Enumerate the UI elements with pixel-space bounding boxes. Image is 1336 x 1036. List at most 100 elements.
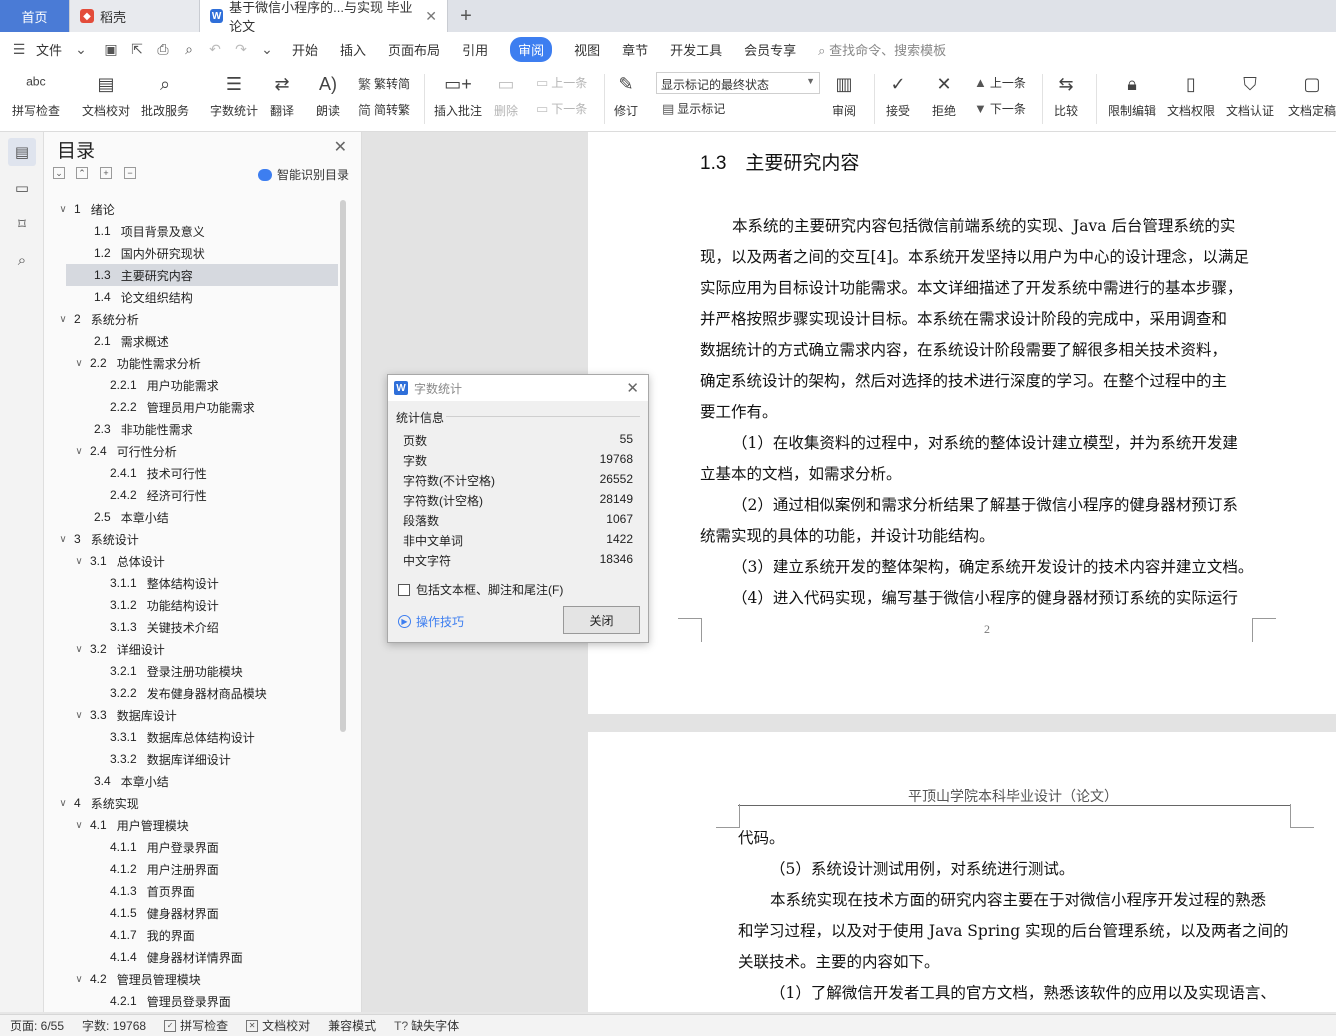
- toc-item[interactable]: ∨ 2.2 功能性需求分析: [48, 352, 338, 374]
- status-missing-fonts[interactable]: T? 缺失字体: [394, 1017, 459, 1034]
- print-preview-icon[interactable]: ⌕: [180, 40, 198, 58]
- show-markup-button[interactable]: ▤ 显示标记: [662, 100, 725, 117]
- accept-button[interactable]: ✓ 接受: [884, 70, 912, 119]
- insert-comment-button[interactable]: ▭+ 插入批注: [434, 70, 482, 119]
- print-icon[interactable]: ⎙: [154, 40, 172, 58]
- close-icon[interactable]: ✕: [334, 137, 347, 157]
- toc-item[interactable]: 4.1.5 健身器材界面: [48, 902, 338, 924]
- chevron-down-icon[interactable]: ∨: [72, 710, 86, 721]
- delete-comment-button[interactable]: ▭ 删除: [492, 70, 520, 119]
- chevron-down-icon[interactable]: ⌄: [72, 40, 90, 58]
- spell-check-button[interactable]: ᵃᵇᶜ 拼写检查: [12, 70, 60, 119]
- toc-item[interactable]: 2.2.2 管理员用户功能需求: [48, 396, 338, 418]
- chevron-down-icon[interactable]: ∨: [56, 314, 70, 325]
- toc-item[interactable]: ∨ 2 系统分析: [48, 308, 338, 330]
- redo-icon[interactable]: ↷: [232, 40, 250, 58]
- close-tab-icon[interactable]: ✕: [425, 8, 437, 25]
- read-aloud-button[interactable]: A) 朗读: [314, 70, 342, 119]
- toc-item[interactable]: ∨ 4.1 用户管理模块: [48, 814, 338, 836]
- collapse-all-icon[interactable]: ⌄: [53, 167, 65, 179]
- batch-service-button[interactable]: ⌕ 批改服务: [141, 70, 189, 119]
- chevron-down-icon[interactable]: ∨: [72, 556, 86, 567]
- menu-file[interactable]: 文件: [36, 40, 62, 59]
- export-icon[interactable]: ⇱: [128, 40, 146, 58]
- command-search[interactable]: ⌕ 查找命令、搜索模板: [818, 40, 946, 59]
- toc-item[interactable]: 2.2.1 用户功能需求: [48, 374, 338, 396]
- toc-item[interactable]: 3.2.2 发布健身器材商品模块: [48, 682, 338, 704]
- expand-all-icon[interactable]: ⌃: [76, 167, 88, 179]
- toc-item[interactable]: 2.4.2 经济可行性: [48, 484, 338, 506]
- compare-button[interactable]: ⇆ 比较: [1052, 70, 1080, 119]
- menu-0[interactable]: 开始: [292, 40, 318, 59]
- close-icon[interactable]: ✕: [626, 379, 639, 397]
- bookmark-icon[interactable]: ⌑: [8, 210, 36, 238]
- toc-item[interactable]: 4.1.4 健身器材详情界面: [48, 946, 338, 968]
- menu-6[interactable]: 章节: [622, 40, 648, 59]
- add-heading-icon[interactable]: +: [100, 167, 112, 179]
- toc-item[interactable]: 1.4 论文组织结构: [48, 286, 338, 308]
- include-textbox-checkbox[interactable]: 包括文本框、脚注和尾注(F): [398, 581, 563, 598]
- toc-item[interactable]: 3.1.3 关键技术介绍: [48, 616, 338, 638]
- toc-item[interactable]: 4.1.2 用户注册界面: [48, 858, 338, 880]
- status-compat[interactable]: 兼容模式: [328, 1017, 376, 1034]
- toc-item[interactable]: 1.3 主要研究内容: [66, 264, 338, 286]
- toc-item[interactable]: ∨ 2.4 可行性分析: [48, 440, 338, 462]
- chevron-down-icon[interactable]: ∨: [72, 820, 86, 831]
- toc-item[interactable]: 4.1.3 首页界面: [48, 880, 338, 902]
- next-change-button[interactable]: ▼ 下一条: [974, 100, 1026, 117]
- status-spell-check[interactable]: ✓ 拼写检查: [164, 1017, 228, 1034]
- toc-item[interactable]: ∨ 3.1 总体设计: [48, 550, 338, 572]
- dialog-titlebar[interactable]: W 字数统计 ✕: [388, 375, 648, 401]
- doc-final-button[interactable]: ▢ 文档定稿: [1288, 70, 1336, 119]
- menu-4[interactable]: 审阅: [510, 36, 553, 62]
- review-pane-button[interactable]: ▥ 审阅: [830, 70, 858, 119]
- next-comment-button[interactable]: ▭ 下一条: [536, 100, 587, 117]
- nav-scrollbar[interactable]: [340, 200, 346, 732]
- menu-5[interactable]: 视图: [574, 40, 600, 59]
- smart-toc-button[interactable]: 智能识别目录: [258, 166, 349, 183]
- doc-rights-button[interactable]: ▯ 文档权限: [1167, 70, 1215, 119]
- new-tab-button[interactable]: +: [448, 0, 484, 32]
- hamburger-icon[interactable]: ☰: [10, 40, 28, 58]
- chevron-down-icon[interactable]: ∨: [56, 798, 70, 809]
- chevron-down-icon[interactable]: ∨: [72, 358, 86, 369]
- tab-active-document[interactable]: W 基于微信小程序的...与实现 毕业论文 ✕: [200, 0, 448, 34]
- toc-item[interactable]: 3.3.1 数据库总体结构设计: [48, 726, 338, 748]
- tips-link[interactable]: ▶ 操作技巧: [398, 613, 464, 630]
- toc-item[interactable]: 3.4 本章小结: [48, 770, 338, 792]
- track-changes-button[interactable]: ✎ 修订: [612, 70, 640, 119]
- menu-7[interactable]: 开发工具: [670, 40, 722, 59]
- status-words[interactable]: 字数: 19768: [82, 1017, 146, 1034]
- translate-button[interactable]: ⇄ 翻译: [268, 70, 296, 119]
- more-icon[interactable]: ⌄: [258, 40, 276, 58]
- chevron-down-icon[interactable]: ∨: [72, 644, 86, 655]
- toc-item[interactable]: 2.3 非功能性需求: [48, 418, 338, 440]
- toc-item[interactable]: 1.1 项目背景及意义: [48, 220, 338, 242]
- toc-icon[interactable]: ▤: [8, 138, 36, 166]
- undo-icon[interactable]: ↶: [206, 40, 224, 58]
- toc-item[interactable]: 3.1.2 功能结构设计: [48, 594, 338, 616]
- doc-cert-button[interactable]: ⛉ 文档认证: [1226, 70, 1274, 119]
- toc-item[interactable]: 4.2.1 管理员登录界面: [48, 990, 338, 1008]
- toc-item[interactable]: 2.5 本章小结: [48, 506, 338, 528]
- markup-mode-select[interactable]: 显示标记的最终状态 ▼: [656, 72, 820, 94]
- chevron-down-icon[interactable]: ∨: [56, 204, 70, 215]
- toc-item[interactable]: 4.1.1 用户登录界面: [48, 836, 338, 858]
- toc-item[interactable]: ∨ 3 系统设计: [48, 528, 338, 550]
- chevron-down-icon[interactable]: ∨: [72, 974, 86, 985]
- toc-item[interactable]: 3.1.1 整体结构设计: [48, 572, 338, 594]
- prev-change-button[interactable]: ▲ 上一条: [974, 74, 1026, 91]
- chevron-down-icon[interactable]: ∨: [72, 446, 86, 457]
- remove-heading-icon[interactable]: −: [124, 167, 136, 179]
- doc-proof-button[interactable]: ▤ 文档校对: [82, 70, 130, 119]
- status-doc-proof[interactable]: ✕ 文档校对: [246, 1017, 310, 1034]
- toc-item[interactable]: 3.3.2 数据库详细设计: [48, 748, 338, 770]
- save-icon[interactable]: ▣: [102, 40, 120, 58]
- toc-item[interactable]: 3.2.1 登录注册功能模块: [48, 660, 338, 682]
- prev-comment-button[interactable]: ▭ 上一条: [536, 74, 587, 91]
- chapter-icon[interactable]: ▭: [8, 174, 36, 202]
- toc-item[interactable]: ∨ 3.2 详细设计: [48, 638, 338, 660]
- toc-item[interactable]: 2.4.1 技术可行性: [48, 462, 338, 484]
- toc-item[interactable]: ∨ 4.2 管理员管理模块: [48, 968, 338, 990]
- toc-item[interactable]: ∨ 4 系统实现: [48, 792, 338, 814]
